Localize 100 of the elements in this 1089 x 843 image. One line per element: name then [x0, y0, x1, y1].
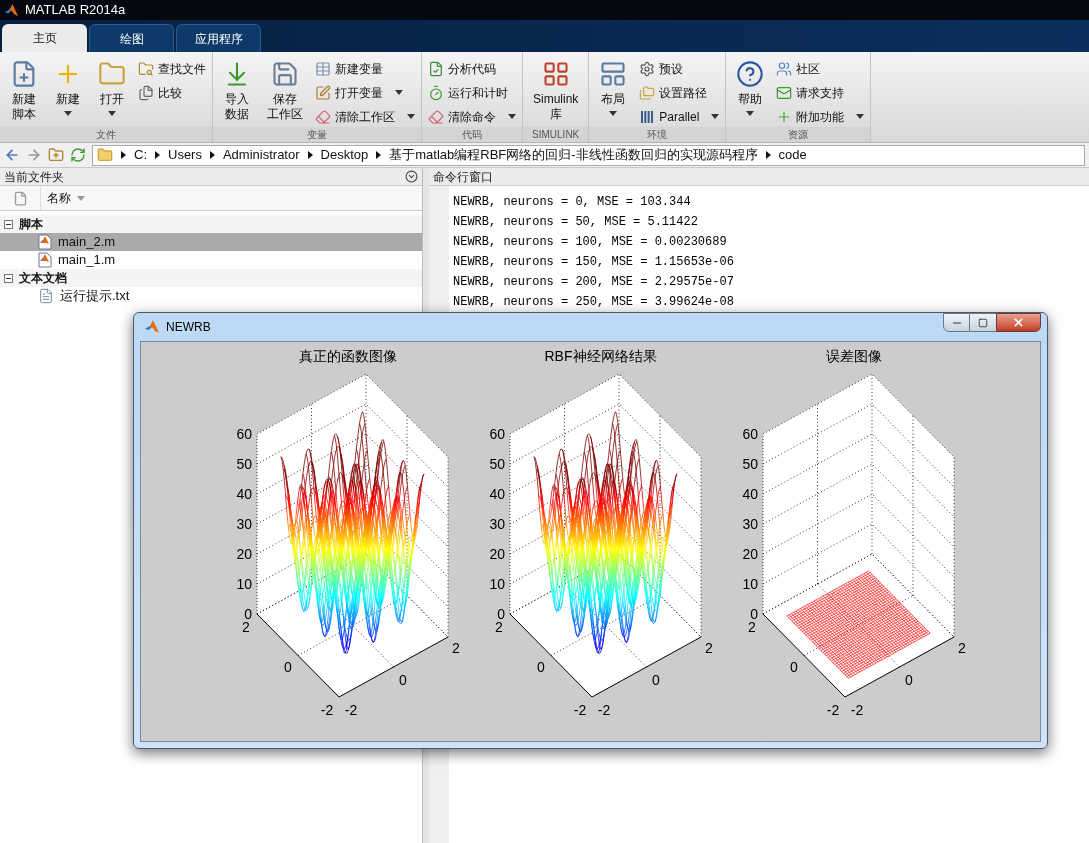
- folders-icon: [639, 84, 656, 101]
- ribbon-menu-button[interactable]: 分析代码: [426, 58, 518, 79]
- axis-tick-label: 10: [236, 576, 252, 592]
- ribbon-button[interactable]: 打开: [92, 56, 132, 126]
- axis-tick-label: 0: [537, 659, 545, 675]
- axis-tick-label: -2: [597, 702, 611, 718]
- path-segment[interactable]: Users: [168, 145, 202, 165]
- folder-up-icon[interactable]: [48, 147, 64, 163]
- ribbon-menu-button[interactable]: Parallel: [637, 106, 722, 127]
- axis-tick-label: 0: [497, 606, 505, 622]
- ribbon-menu-button[interactable]: 请求支持: [774, 82, 867, 103]
- axis-tick-label: -2: [850, 702, 864, 718]
- ribbon-section-label: SIMULINK: [532, 127, 580, 142]
- eraser-icon: [315, 108, 331, 125]
- ribbon-menu-button[interactable]: 打开变量: [313, 82, 417, 103]
- axis-tick-label: 2: [748, 619, 756, 635]
- name-column-header[interactable]: 名称: [40, 186, 85, 210]
- separator-arrow-icon: [155, 151, 160, 159]
- forward-icon[interactable]: [26, 147, 42, 163]
- separator-arrow-icon: [209, 151, 215, 159]
- ribbon-menu-button[interactable]: 设置路径: [637, 82, 722, 103]
- axis-tick-label: 20: [489, 546, 505, 562]
- axis-tick-label: -2: [573, 702, 587, 718]
- path-segment[interactable]: 基于matlab编程RBF网络的回归-非线性函数回归的实现源码程序: [389, 145, 758, 165]
- figure-title: NEWRB: [166, 319, 211, 336]
- axis-tick-label: 30: [742, 516, 758, 532]
- axis-tick-label: 2: [495, 619, 503, 635]
- ribbon-button[interactable]: 导入 数据: [217, 56, 257, 127]
- path-segment[interactable]: code: [778, 145, 807, 165]
- ribbon-tab[interactable]: 应用程序: [176, 24, 261, 52]
- ribbon-button[interactable]: 保存 工作区: [261, 56, 309, 127]
- plot-title: 误差图像: [825, 347, 882, 366]
- axis-tick-label: -2: [344, 702, 358, 718]
- ribbon-section-label: 变量: [307, 128, 327, 142]
- axis-tick-label: 30: [489, 516, 505, 532]
- ribbon-button[interactable]: 新建 脚本: [4, 56, 44, 126]
- help-icon: [736, 60, 765, 88]
- ribbon-tab[interactable]: 主页: [2, 24, 87, 52]
- separator-arrow-icon: [121, 151, 126, 159]
- axis-tick-label: 40: [742, 486, 758, 502]
- plot-title: 真正的函数图像: [298, 347, 397, 366]
- axis-tick-label: 0: [905, 672, 913, 688]
- close-button[interactable]: [996, 313, 1041, 332]
- separator-arrow-icon: [307, 151, 313, 159]
- axis-tick-label: 60: [236, 426, 252, 442]
- axis-tick-label: 50: [236, 456, 252, 472]
- path-field[interactable]: C: Users Administrator Desktop 基于matlab编程RBF网络的回归-非线性函数回归的实现源码程序 code: [92, 144, 1085, 166]
- path-segment[interactable]: Desktop: [320, 145, 369, 165]
- ribbon-section-label: 文件: [96, 127, 116, 142]
- axis-tick-label: 0: [750, 606, 758, 622]
- minimize-button[interactable]: [943, 313, 970, 332]
- axis-tick-label: 10: [489, 576, 505, 592]
- ribbon-button[interactable]: Simulink 库: [527, 56, 585, 126]
- ribbon-menu-button[interactable]: 查找文件: [136, 58, 208, 79]
- ribbon-menu-button[interactable]: 社区: [774, 58, 867, 79]
- console-output-line: NEWRB, neurons = 50, MSE = 5.11422: [453, 214, 699, 231]
- ribbon-menu-button[interactable]: 预设: [637, 58, 722, 79]
- separator-arrow-icon: [376, 151, 382, 159]
- ribbon-button[interactable]: 布局: [593, 56, 634, 127]
- axis-tick-label: 0: [399, 672, 407, 688]
- ribbon-menu-button[interactable]: 附加功能: [774, 106, 867, 127]
- path-segment[interactable]: C:: [134, 145, 147, 165]
- window-title: MATLAB R2014a: [25, 1, 126, 20]
- people-icon: [776, 60, 793, 77]
- maximize-button[interactable]: [970, 313, 996, 332]
- axis-tick-label: 0: [790, 659, 798, 675]
- save-icon: [271, 60, 299, 88]
- group-label: 文本文档: [19, 270, 67, 287]
- path-segment[interactable]: Administrator: [222, 145, 300, 165]
- collapse-icon[interactable]: [4, 273, 13, 283]
- ribbon-tab[interactable]: 绘图: [89, 24, 174, 52]
- ribbon-menu-button[interactable]: 运行和计时: [426, 82, 518, 103]
- axis-tick-label: 20: [742, 546, 758, 562]
- file-row[interactable]: main_2.m: [0, 233, 422, 251]
- eraser-icon: [428, 108, 444, 125]
- timer-icon: [428, 84, 444, 101]
- axis-tick-label: 60: [742, 426, 758, 442]
- ribbon-menu-button[interactable]: 新建变量: [313, 58, 417, 79]
- console-output-line: NEWRB, neurons = 200, MSE = 2.29575e-07: [453, 274, 734, 291]
- console-output-line: NEWRB, neurons = 150, MSE = 1.15653e-06: [453, 254, 734, 271]
- panel-title: 命令行窗口: [433, 168, 493, 186]
- axis-tick-label: -2: [826, 702, 840, 718]
- plot-title: RBF神经网络结果: [544, 347, 657, 366]
- ribbon-menu-button[interactable]: 清除工作区: [313, 106, 417, 127]
- collapse-icon[interactable]: [4, 219, 13, 229]
- matlab-logo-icon: [4, 2, 19, 18]
- panel-menu-icon[interactable]: [405, 170, 418, 183]
- ribbon-button[interactable]: 帮助: [730, 56, 771, 127]
- sort-arrow-icon: [77, 195, 85, 201]
- axis-tick-label: 0: [244, 606, 252, 622]
- ribbon-button[interactable]: 新建: [48, 56, 88, 126]
- ribbon-menu-button[interactable]: 比较: [136, 82, 208, 103]
- back-icon[interactable]: [4, 147, 20, 163]
- panel-title: 当前文件夹: [4, 168, 64, 186]
- axis-tick-label: 2: [242, 619, 250, 635]
- ribbon-menu-button[interactable]: 清除命令: [426, 106, 518, 127]
- folder-search-icon: [138, 60, 154, 77]
- axis-tick-label: -2: [320, 702, 334, 718]
- documents-icon: [138, 84, 154, 101]
- separator-arrow-icon: [765, 151, 771, 159]
